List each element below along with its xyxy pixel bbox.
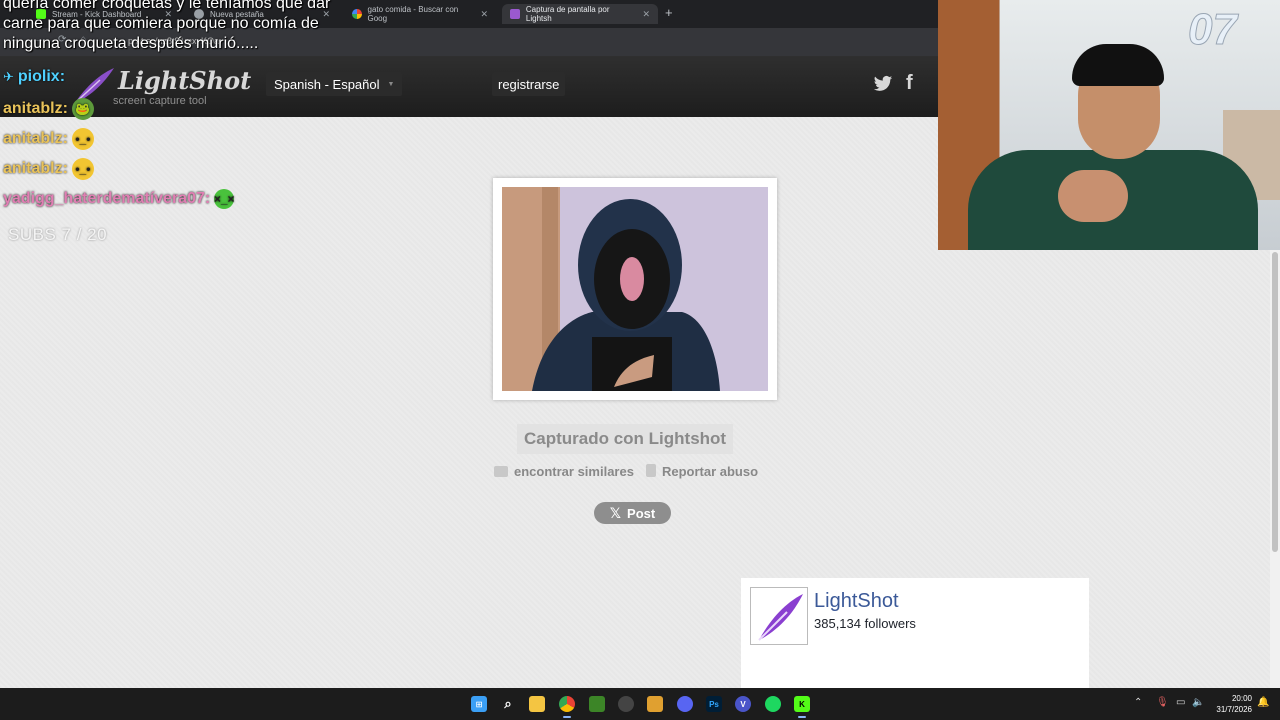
facebook-followers-count: 385,134 followers [814,616,916,631]
streamer-hair [1072,44,1164,86]
x-logo-icon: 𝕏 [609,504,622,521]
feather-logo-icon [758,594,803,641]
network-icon[interactable]: ▭ [1176,697,1185,708]
chat-line: anitablz: •_• [3,128,94,150]
tray-chevron-up-icon[interactable]: ⌃ [1134,697,1142,708]
taskbar-clock[interactable]: 20:00 31/7/2026 [1210,693,1252,715]
brave-icon[interactable] [647,696,663,712]
vegas-icon[interactable]: V [735,696,751,712]
register-button[interactable]: registrarse [492,72,566,96]
photoshop-icon[interactable]: Ps [706,696,722,712]
lightshot-icon [510,9,520,19]
page-scrollbar[interactable] [1270,250,1280,688]
badge-icon: ✈ [3,69,14,84]
kick-icon[interactable]: K [794,696,810,712]
windows-start-icon[interactable]: ⊞ [471,696,487,712]
subs-counter: SUBS 7 / 20 [8,225,108,244]
report-icon [645,464,656,477]
chat-line: yadigg_haterdematívera07: ×_× [3,189,235,209]
facebook-page-name[interactable]: LightShot [814,590,899,613]
screenshot-card [493,178,777,400]
tab-captura-lightshot[interactable]: Captura de pantalla por Lightsh ✕ [502,4,658,24]
logo-subtitle: screen capture tool [113,95,207,107]
spotify-icon[interactable] [765,696,781,712]
scrollbar-thumb[interactable] [1272,252,1278,552]
discord-icon[interactable] [677,696,693,712]
chat-line: anitablz: 🐸 [3,98,94,120]
sick-face-emote-icon: ×_× [214,189,235,209]
chat-line: ✈ piolix: [3,68,66,85]
minecraft-icon[interactable] [589,696,605,712]
screenshot-image[interactable] [502,187,768,391]
webcam-number-overlay: 07 [1188,5,1238,55]
microphone-icon[interactable]: 🎙 [1156,697,1169,708]
facebook-icon[interactable]: f [906,72,913,95]
active-app-indicator [798,716,806,718]
obs-icon[interactable] [618,696,634,712]
windows-taskbar [0,688,1280,720]
chat-message-top: quería comer croquetas y le teníamos que… [3,0,331,52]
report-abuse-link[interactable]: Reportar abuso [645,464,758,479]
chevron-down-icon: ▼ [387,80,395,88]
close-tab-icon[interactable]: ✕ [642,9,650,20]
facebook-page-widget: LightShot 385,134 followers [741,578,1089,688]
close-tab-icon[interactable]: ✕ [480,9,488,20]
volume-icon[interactable]: 🔈 [1192,697,1204,708]
lightshot-logo[interactable]: LightShot [118,66,251,95]
captured-with-lightshot-label[interactable]: Capturado con Lightshot [517,424,734,454]
webcam-overlay: 07 [938,0,1280,250]
lightshot-page-avatar[interactable] [750,587,808,645]
camera-icon [494,466,508,477]
streamer-hand [1058,170,1128,222]
neutral-face-emote-icon: •_• [71,128,94,150]
search-icon[interactable]: ⌕ [500,696,516,712]
new-tab-button[interactable]: + [665,5,673,20]
image-actions: encontrar similares Reportar abuso [494,464,758,479]
active-app-indicator [563,716,571,718]
file-explorer-icon[interactable] [529,696,545,712]
neutral-face-emote-icon: •_• [71,158,94,180]
language-select[interactable]: Spanish - Español ▼ [266,72,403,96]
notification-bell-icon[interactable]: 🔔 [1257,697,1269,708]
chat-line: anitablz: •_• [3,158,94,180]
pepe-emote-icon: 🐸 [71,98,94,120]
find-similar-link[interactable]: encontrar similares [494,464,634,479]
hooded-dog-photo [502,187,768,391]
chrome-icon[interactable] [559,696,575,712]
twitter-icon[interactable] [873,75,893,93]
x-post-button[interactable]: 𝕏 Post [594,502,671,524]
